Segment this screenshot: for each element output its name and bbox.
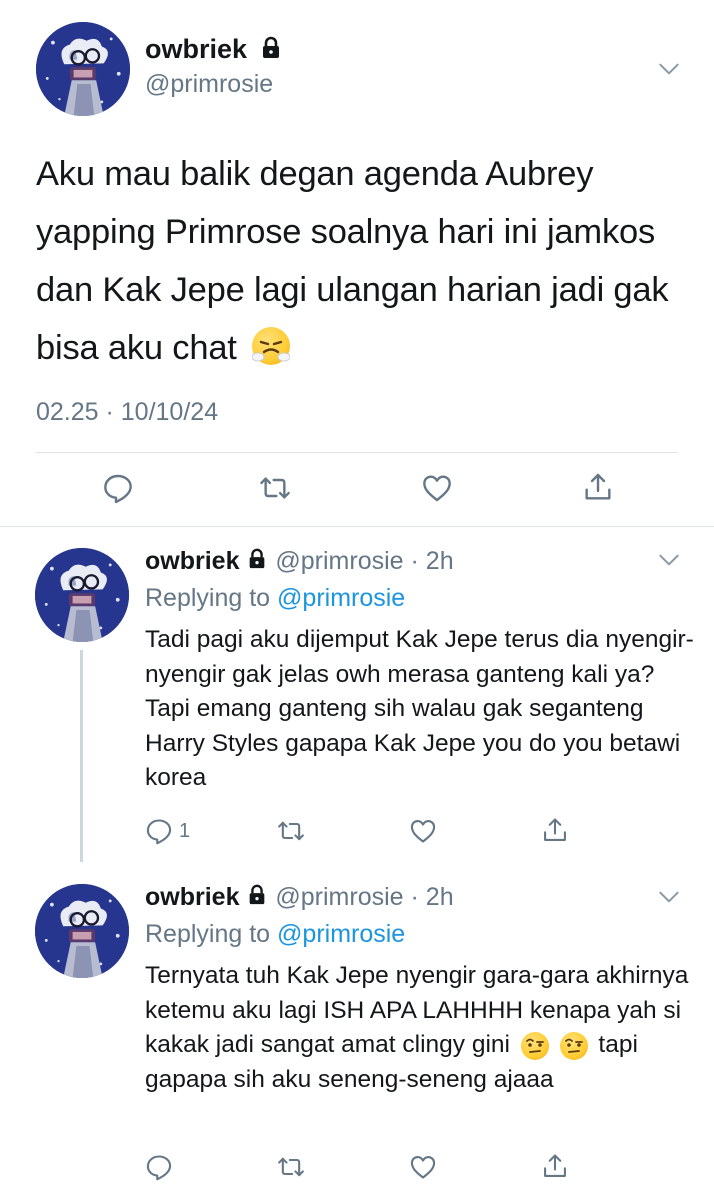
retweet-button[interactable] (276, 817, 306, 845)
user-handle[interactable]: @primrosie (275, 883, 403, 911)
reply-icon (102, 472, 134, 504)
like-button[interactable] (409, 1153, 437, 1181)
reply-button[interactable] (145, 1153, 173, 1181)
replying-to-handle[interactable]: @primrosie (277, 920, 405, 948)
raised-eyebrow-emoji (520, 1028, 588, 1063)
heart-icon (420, 472, 454, 504)
chevron-down-icon[interactable] (656, 884, 682, 910)
share-icon (541, 1151, 569, 1181)
tweet-text: Tadi pagi aku dijemput Kak Jepe terus di… (145, 626, 694, 791)
tweet-age[interactable]: · 2h (411, 883, 454, 911)
share-icon (541, 815, 569, 845)
tweet-text: Ternyata tuh Kak Jepe nyengir gara-gara … (145, 959, 695, 1097)
display-name[interactable]: owbriek (145, 883, 239, 911)
replying-to-label: Replying to (145, 920, 271, 948)
user-handle[interactable]: @primrosie (275, 547, 403, 575)
lock-icon (259, 36, 283, 60)
lock-icon (246, 548, 268, 570)
divider (36, 452, 678, 453)
retweet-icon (258, 472, 292, 504)
divider (0, 526, 714, 527)
display-name[interactable]: owbriek (145, 547, 239, 575)
avatar-image (35, 884, 129, 978)
replying-to-label: Replying to (145, 584, 271, 612)
replying-to-handle[interactable]: @primrosie (277, 584, 405, 612)
tweet-text-body: Aku mau balik degan agenda Aubrey yappin… (36, 155, 669, 367)
retweet-button[interactable] (258, 472, 292, 504)
display-name[interactable]: owbriek (145, 34, 283, 65)
retweet-icon (276, 1153, 306, 1181)
huffing-emoji (252, 326, 291, 365)
tweet-age[interactable]: · 2h (411, 547, 454, 575)
chevron-down-icon[interactable] (656, 547, 682, 573)
thread-line (80, 650, 83, 862)
tweet-text: Aku mau balik degan agenda Aubrey yappin… (36, 145, 686, 377)
retweet-button[interactable] (276, 1153, 306, 1181)
tweet-timestamp[interactable]: 02.25 · 10/10/24 (36, 398, 218, 427)
user-handle[interactable]: @primrosie (145, 70, 273, 99)
reply-icon (145, 1153, 173, 1181)
retweet-icon (276, 817, 306, 845)
heart-icon (409, 1153, 437, 1181)
avatar-image (36, 22, 130, 116)
replying-to: Replying to @primrosie (145, 920, 405, 949)
reply-icon (145, 817, 173, 845)
chevron-down-icon[interactable] (656, 56, 682, 82)
share-button[interactable] (541, 815, 569, 845)
reply-button[interactable] (102, 472, 134, 504)
display-name-text: owbriek (145, 34, 248, 64)
avatar[interactable] (36, 22, 130, 116)
avatar-image (35, 548, 129, 642)
reply-count: 1 (179, 819, 191, 842)
share-button[interactable] (541, 1151, 569, 1181)
tweet-header: owbriek @primrosie · 2h (145, 883, 454, 912)
like-button[interactable] (420, 472, 454, 504)
avatar[interactable] (35, 548, 129, 642)
share-icon (582, 470, 614, 504)
like-button[interactable] (409, 817, 437, 845)
avatar[interactable] (35, 884, 129, 978)
reply-button[interactable]: 1 (145, 817, 190, 845)
lock-icon (246, 884, 268, 906)
share-button[interactable] (582, 470, 614, 504)
heart-icon (409, 817, 437, 845)
tweet-header: owbriek @primrosie · 2h (145, 547, 454, 576)
replying-to: Replying to @primrosie (145, 584, 405, 613)
